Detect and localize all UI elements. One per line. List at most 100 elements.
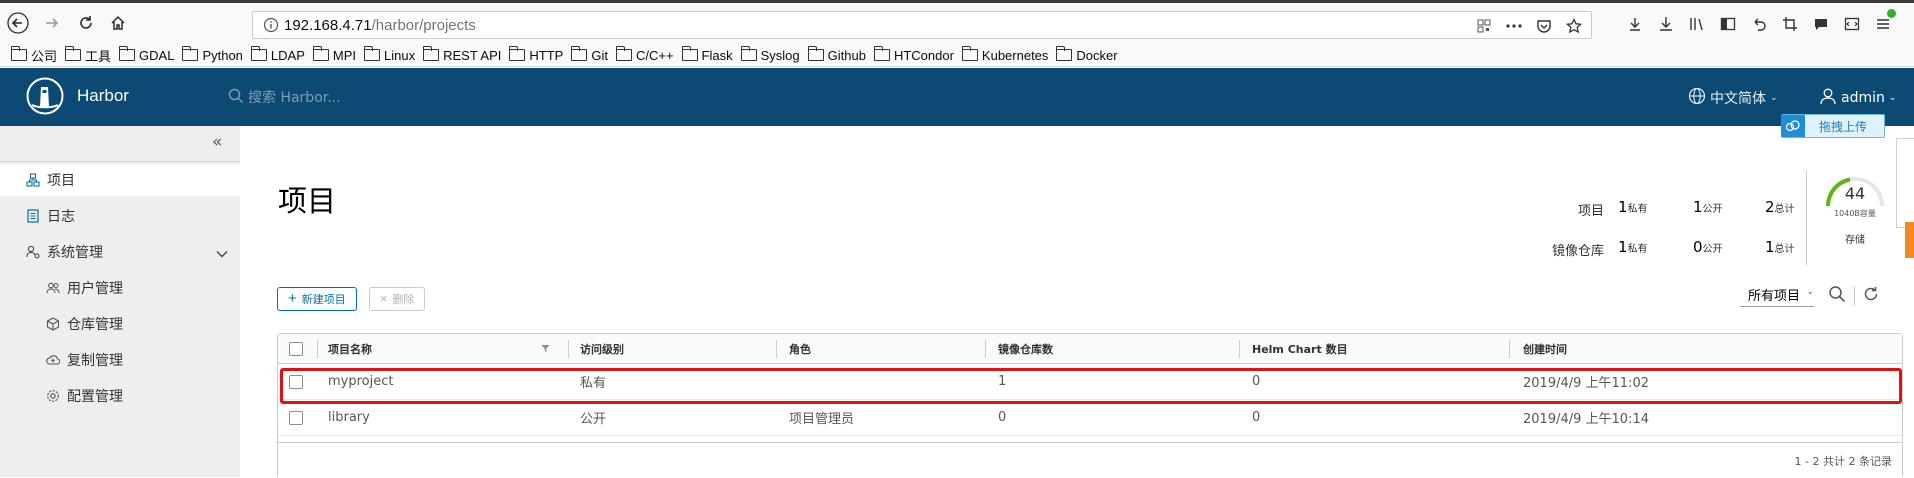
language-selector[interactable]: 中文简体 ⌄ bbox=[1688, 87, 1778, 109]
sidebar-item-system-admin[interactable]: 系统管理 bbox=[0, 236, 240, 268]
drag-upload-widget[interactable]: 拖拽上传 bbox=[1781, 114, 1885, 138]
bookmark-folder[interactable]: HTTP bbox=[509, 46, 563, 63]
forward-button[interactable] bbox=[40, 11, 64, 35]
folder-icon bbox=[1056, 46, 1073, 61]
stats-projects-private: 1私有 bbox=[1618, 198, 1648, 216]
library-icon[interactable] bbox=[1688, 15, 1706, 33]
user-icon bbox=[1819, 87, 1837, 109]
stats-row-projects: 项目 1私有 1公开 2总计 bbox=[1510, 197, 1800, 219]
crop-icon[interactable] bbox=[1781, 15, 1799, 33]
delete-button[interactable]: × 删除 bbox=[368, 287, 426, 311]
column-header-helm-charts[interactable]: Helm Chart 数目 bbox=[1252, 334, 1348, 363]
helm-chart-count: 0 bbox=[1252, 374, 1261, 389]
undo-icon[interactable] bbox=[1750, 15, 1768, 33]
project-name-link[interactable]: myproject bbox=[328, 364, 393, 399]
log-icon bbox=[26, 209, 40, 223]
sidebar-item-configuration[interactable]: 配置管理 bbox=[0, 380, 240, 412]
chevron-down-icon[interactable] bbox=[216, 246, 228, 262]
bookmark-label: HTCondor bbox=[893, 47, 954, 63]
column-header-role[interactable]: 角色 bbox=[789, 334, 811, 363]
home-button[interactable] bbox=[106, 11, 130, 35]
replication-icon bbox=[46, 353, 60, 367]
stats-projects-public: 1公开 bbox=[1693, 198, 1723, 216]
app-header: Harbor 中文简体 ⌄ admin ⌄ bbox=[0, 68, 1914, 126]
created-time: 2019/4/9 上午11:02 bbox=[1523, 376, 1649, 391]
project-name-link[interactable]: library bbox=[328, 400, 370, 435]
bookmark-folder[interactable]: REST API bbox=[423, 46, 501, 63]
project-stats: 项目 1私有 1公开 2总计 镜像仓库 1私有 0公开 1总计 bbox=[1510, 197, 1800, 267]
row-checkbox[interactable] bbox=[289, 400, 303, 435]
global-search bbox=[228, 88, 468, 108]
bookmark-folder[interactable]: MPI bbox=[312, 46, 356, 63]
bookmark-folder[interactable]: C/C++ bbox=[615, 46, 674, 63]
bookmark-star-icon[interactable] bbox=[1565, 17, 1583, 35]
role: 项目管理员 bbox=[789, 412, 855, 427]
bookmark-folder[interactable]: LDAP bbox=[250, 46, 305, 63]
reload-button[interactable] bbox=[74, 11, 98, 35]
info-icon[interactable] bbox=[263, 17, 279, 33]
sidebar-item-label: 复制管理 bbox=[67, 353, 123, 369]
app-title: Harbor bbox=[77, 86, 129, 105]
row-checkbox[interactable] bbox=[289, 364, 303, 399]
select-all-checkbox[interactable] bbox=[289, 334, 303, 363]
sidebar-item-users[interactable]: 用户管理 bbox=[0, 272, 240, 304]
folder-icon bbox=[250, 46, 267, 61]
pocket-icon[interactable] bbox=[1535, 17, 1553, 35]
delete-label: 删除 bbox=[392, 294, 415, 306]
table-row[interactable]: library 公开 项目管理员 0 0 2019/4/9 上午10:14 bbox=[278, 400, 1902, 436]
stats-unit: 私有 bbox=[1627, 204, 1648, 215]
bookmark-folder[interactable]: Flask bbox=[681, 46, 733, 63]
collapse-sidebar-icon[interactable]: « bbox=[212, 134, 232, 151]
folder-icon bbox=[423, 46, 440, 61]
stats-value: 1 bbox=[1618, 198, 1628, 216]
plus-icon: + bbox=[288, 290, 297, 307]
stats-unit: 公开 bbox=[1702, 204, 1723, 215]
bookmark-label: LDAP bbox=[270, 47, 305, 63]
sidebar-toggle-icon[interactable] bbox=[1719, 15, 1737, 33]
bookmark-folder[interactable]: Github bbox=[807, 46, 866, 63]
column-header-access[interactable]: 访问级别 bbox=[580, 334, 624, 363]
bookmark-folder[interactable]: Kubernetes bbox=[961, 46, 1048, 63]
project-icon bbox=[26, 173, 40, 187]
bookmark-label: GDAL bbox=[139, 47, 175, 63]
storage-gauge: 44 1040B容量 存储 bbox=[1822, 170, 1888, 256]
sidebar-item-replication[interactable]: 复制管理 bbox=[0, 344, 240, 376]
chat-icon[interactable] bbox=[1812, 15, 1830, 33]
download-icon[interactable] bbox=[1657, 15, 1675, 33]
bookmark-folder[interactable]: Syslog bbox=[740, 46, 800, 63]
bookmark-folder[interactable]: Git bbox=[571, 46, 608, 63]
storage-value: 44 bbox=[1844, 184, 1866, 203]
filter-icon[interactable] bbox=[541, 334, 550, 363]
harbor-logo-icon[interactable] bbox=[26, 77, 64, 115]
qr-code-icon[interactable] bbox=[1475, 17, 1493, 35]
bookmark-label: Github bbox=[827, 47, 866, 63]
side-panel-tab[interactable] bbox=[1896, 138, 1914, 228]
search-input[interactable] bbox=[248, 88, 468, 108]
bookmark-folder[interactable]: 公司 bbox=[11, 46, 57, 65]
url-bar[interactable]: 192.168.4.71/harbor/projects bbox=[252, 11, 1592, 39]
chevron-down-icon: ⌄ bbox=[1888, 93, 1897, 103]
search-icon[interactable] bbox=[1828, 285, 1846, 307]
sidebar-item-registries[interactable]: 仓库管理 bbox=[0, 308, 240, 340]
back-button[interactable] bbox=[6, 11, 30, 35]
new-project-button[interactable]: + 新建项目 bbox=[277, 287, 357, 311]
column-header-name[interactable]: 项目名称 bbox=[328, 334, 372, 363]
user-menu[interactable]: admin ⌄ bbox=[1819, 87, 1896, 109]
bookmark-folder[interactable]: Python bbox=[182, 46, 243, 63]
refresh-icon[interactable] bbox=[1863, 286, 1879, 306]
column-header-repo-count[interactable]: 镜像仓库数 bbox=[998, 334, 1053, 363]
bookmark-folder[interactable]: GDAL bbox=[119, 46, 175, 63]
column-header-created[interactable]: 创建时间 bbox=[1523, 334, 1567, 363]
sidebar-item-projects[interactable]: 项目 bbox=[0, 164, 240, 196]
bookmark-folder[interactable]: Linux bbox=[364, 46, 415, 63]
screenshot-icon[interactable] bbox=[1626, 15, 1644, 33]
menu-icon[interactable] bbox=[1874, 9, 1896, 33]
more-actions-icon[interactable] bbox=[1505, 17, 1523, 35]
bookmark-folder[interactable]: HTCondor bbox=[873, 46, 954, 63]
sidebar-item-logs[interactable]: 日志 bbox=[0, 200, 240, 232]
bookmark-folder[interactable]: 工具 bbox=[65, 46, 111, 65]
devtools-icon[interactable] bbox=[1843, 15, 1861, 33]
bookmark-folder[interactable]: Docker bbox=[1056, 46, 1118, 63]
table-row[interactable]: myproject 私有 1 0 2019/4/9 上午11:02 bbox=[278, 364, 1902, 400]
project-type-select[interactable]: 所有项目 ⌄ bbox=[1740, 285, 1815, 307]
